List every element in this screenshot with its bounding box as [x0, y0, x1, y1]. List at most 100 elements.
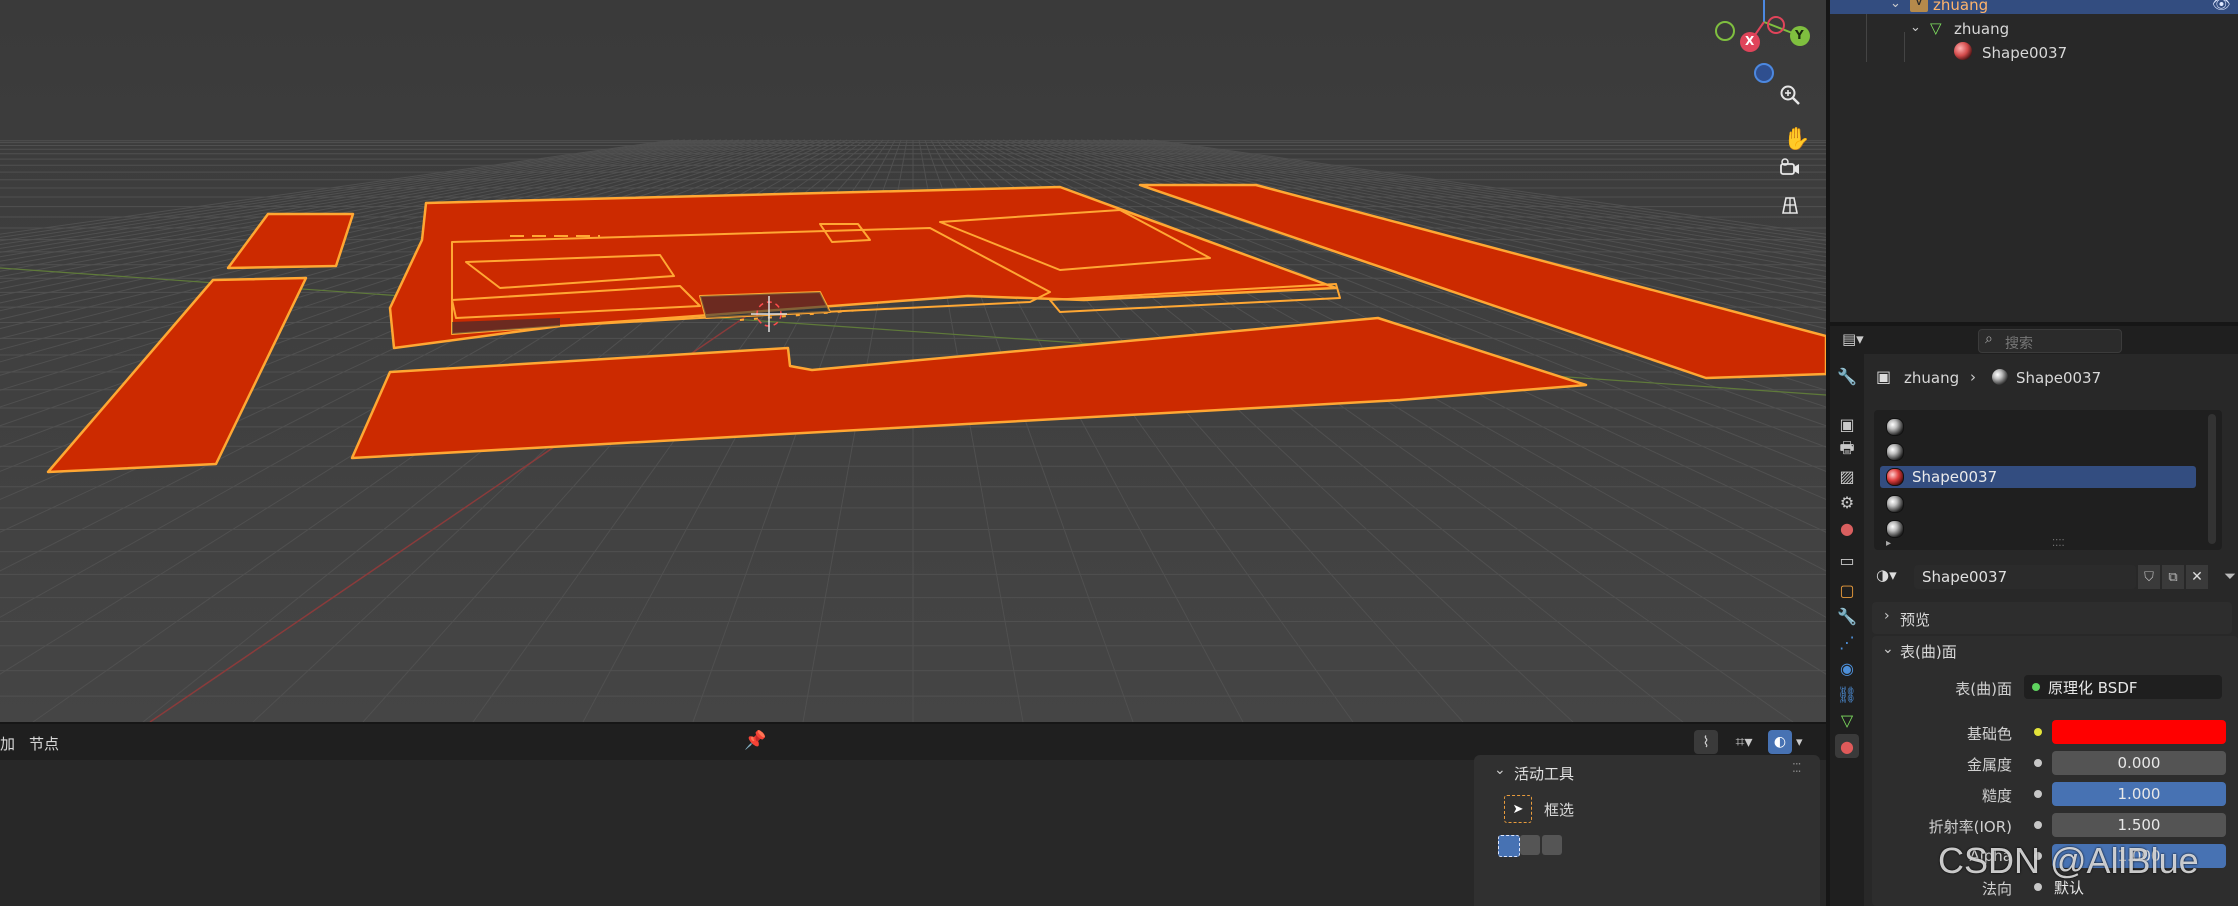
surface-label: 表(曲)面	[1955, 680, 2012, 698]
outliner-item-label[interactable]: zhuang	[1954, 20, 2009, 38]
mode-subtract-selection-icon[interactable]	[1542, 835, 1562, 855]
tab-particles[interactable]: ⋰	[1835, 630, 1859, 654]
chevron-down-icon[interactable]: ⌄	[1882, 641, 1894, 657]
tab-modifiers[interactable]: 🔧	[1835, 604, 1859, 628]
material-slot-icon	[1886, 468, 1904, 486]
snap-mode-dropdown[interactable]: ⌗▾	[1724, 730, 1764, 754]
base-color-swatch[interactable]	[2052, 720, 2226, 744]
material-name-field[interactable]: Shape0037	[1914, 565, 2136, 589]
fake-user-shield-icon[interactable]: ⛉	[2138, 565, 2160, 589]
outliner[interactable]: ⌄ V zhuang 👁 ⌄ ▽ zhuang Shape0037	[1830, 0, 2238, 322]
slot-list-scrollbar[interactable]	[2208, 414, 2216, 544]
breadcrumb-material: Shape0037	[2016, 369, 2102, 387]
breadcrumb-object: zhuang	[1904, 369, 1960, 387]
browse-material-dropdown[interactable]: ◑▾	[1876, 566, 1910, 590]
properties-header: ▤▾ ⌕ 搜索	[1830, 326, 2238, 354]
outliner-item-label[interactable]: Shape0037	[1982, 44, 2067, 62]
param-value: 1.000	[2117, 785, 2161, 803]
expand-arrow-icon[interactable]: ⌄	[1910, 20, 1921, 35]
tab-scene[interactable]: ⚙	[1835, 490, 1859, 514]
list-filter-toggle-icon[interactable]: ▸	[1886, 538, 1891, 549]
gizmo-x-label: X	[1745, 34, 1755, 48]
list-resize-handle-icon[interactable]: ⁚⁚⁚⁚	[2052, 538, 2065, 549]
material-slot-icon	[1886, 520, 1904, 538]
gizmo-neg-z-handle	[1754, 63, 1774, 83]
search-field[interactable]: ⌕ 搜索	[1978, 329, 2122, 353]
mode-new-selection-icon[interactable]	[1498, 835, 1520, 857]
select-box-tool-icon[interactable]: ➤	[1504, 795, 1532, 823]
watermark: CSDN @AllBlue	[1938, 840, 2199, 881]
tab-physics[interactable]: ◉	[1835, 656, 1859, 680]
socket-dot-icon[interactable]	[2034, 790, 2042, 798]
collapse-chevron-icon[interactable]: ⌄	[1494, 762, 1506, 778]
surface-panel-title[interactable]: 表(曲)面	[1900, 641, 1957, 662]
param-label: 糙度	[1981, 787, 2012, 805]
visibility-eye-icon[interactable]: 👁	[2212, 0, 2231, 13]
mode-extend-selection-icon[interactable]	[1520, 835, 1540, 855]
gizmo-neg-y-handle	[1715, 21, 1735, 41]
navigation-gizmo[interactable]	[1700, 0, 1810, 90]
tab-collection[interactable]: ▭	[1835, 548, 1859, 572]
viewport-scene	[0, 0, 1826, 722]
zoom-icon[interactable]	[1779, 84, 1815, 120]
active-tool-panel: ⌄ 活动工具 ⁚⁚⁚ ➤ 框选	[1474, 755, 1820, 906]
gizmo-y-label: Y	[1795, 28, 1804, 42]
socket-dot-icon[interactable]	[2034, 883, 2042, 891]
expand-arrow-icon[interactable]: ⌄	[1890, 0, 1901, 11]
socket-dot-icon[interactable]	[2034, 821, 2042, 829]
material-slot-icon	[1886, 418, 1904, 436]
tab-object[interactable]: ▢	[1835, 578, 1859, 602]
param-label: 金属度	[1966, 756, 2012, 774]
editor-type-dropdown[interactable]: ▤▾	[1842, 330, 1878, 350]
tab-output[interactable]: 🖶	[1835, 438, 1859, 462]
menu-add[interactable]: 加	[0, 733, 15, 754]
param-label: 基础色	[1966, 725, 2012, 743]
menu-node[interactable]: 节点	[29, 733, 59, 754]
param-slider[interactable]: 1.000	[2052, 782, 2226, 806]
search-placeholder: 搜索	[2005, 336, 2033, 352]
snap-icon[interactable]: ⌇	[1694, 730, 1718, 754]
material-slot-active[interactable]: Shape0037	[1880, 466, 2196, 488]
breadcrumb-separator-icon: ›	[1970, 368, 1976, 386]
socket-dot-icon[interactable]	[2034, 728, 2042, 736]
surface-shader-selector[interactable]: 原理化 BSDF	[2024, 675, 2222, 699]
active-tool-title: 活动工具	[1514, 765, 1575, 783]
tab-data[interactable]: ▽	[1835, 708, 1859, 732]
material-slot-icon	[1886, 443, 1904, 461]
ortho-grid-icon[interactable]	[1779, 195, 1815, 231]
drag-handle-icon[interactable]: ⁚⁚⁚	[1792, 761, 1802, 775]
tab-material[interactable]: ●	[1835, 734, 1859, 758]
tab-tool[interactable]: 🔧	[1835, 364, 1859, 388]
material-slot-icon	[1886, 495, 1904, 513]
material-slot[interactable]	[1880, 493, 2196, 515]
socket-dot-icon[interactable]	[2034, 759, 2042, 767]
param-slider[interactable]: 0.000	[2052, 751, 2226, 775]
overlay-dropdown-icon[interactable]: ▾	[1796, 730, 1814, 754]
unlink-material-close-icon[interactable]: ✕	[2186, 565, 2208, 589]
overlay-toggle-icon[interactable]: ◐	[1768, 730, 1792, 754]
material-slot[interactable]	[1880, 416, 2196, 438]
tab-constraints[interactable]: ⛓	[1835, 682, 1859, 706]
material-slot[interactable]	[1880, 518, 2196, 540]
material-slot[interactable]	[1880, 441, 2196, 463]
camera-view-icon[interactable]	[1779, 158, 1815, 194]
search-icon: ⌕	[1985, 331, 1993, 347]
mesh-data-icon: ▽	[1930, 19, 1942, 37]
param-slider[interactable]: 1.500	[2052, 813, 2226, 837]
filter-icon[interactable]: ⏷	[2224, 567, 2236, 585]
material-icon	[1954, 42, 1972, 60]
active-tool-name: 框选	[1544, 801, 1575, 819]
pan-hand-icon[interactable]: ✋	[1779, 121, 1815, 157]
pin-icon[interactable]: 📌	[744, 730, 766, 751]
duplicate-material-icon[interactable]: ⧉	[2162, 565, 2184, 589]
3d-viewport[interactable]: X Y ✋	[0, 0, 1826, 722]
chevron-right-icon: ›	[1884, 608, 1890, 624]
object-data-icon: ▣	[1876, 367, 1892, 386]
param-value: 0.000	[2117, 754, 2161, 772]
tab-render[interactable]: ▣	[1835, 412, 1859, 436]
preview-panel-header[interactable]: › 预览	[1872, 602, 2232, 634]
outliner-item-label[interactable]: zhuang	[1933, 0, 1988, 14]
breadcrumb: ▣ zhuang › Shape0037	[1876, 366, 2226, 390]
tab-world[interactable]: ●	[1835, 516, 1859, 540]
tab-view-layer[interactable]: ▨	[1835, 464, 1859, 488]
